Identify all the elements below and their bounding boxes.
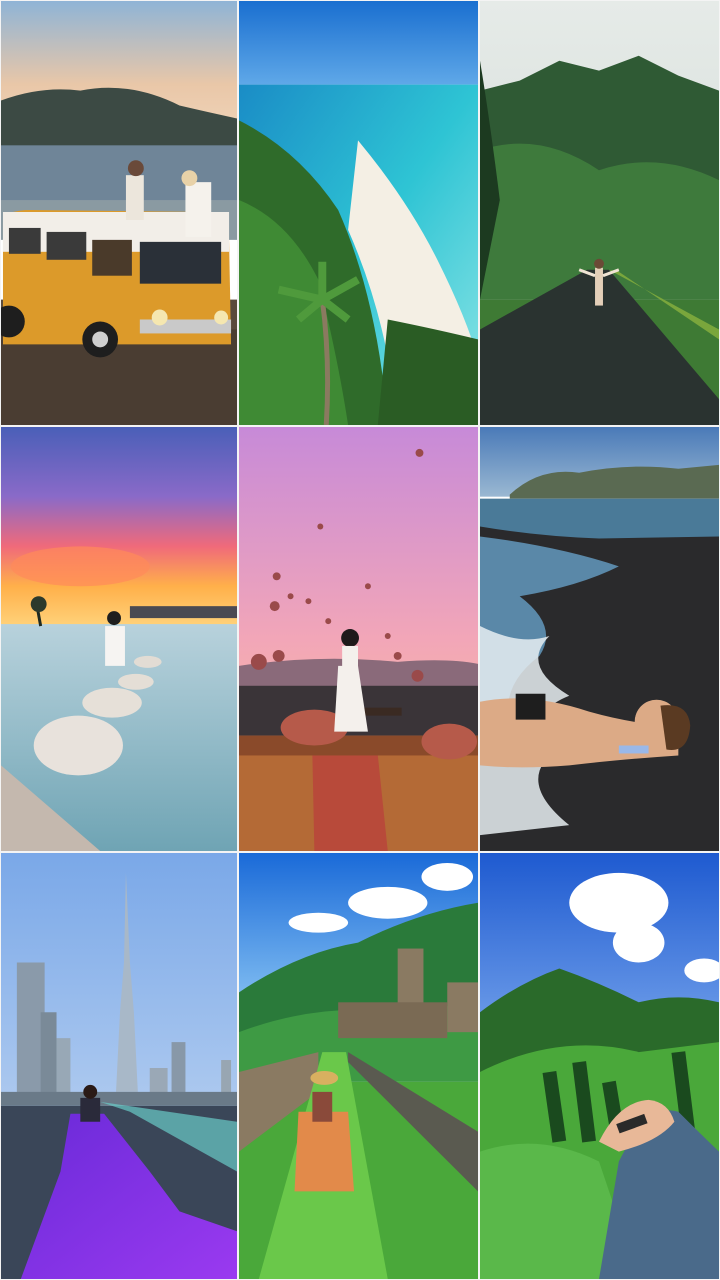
photo-collage (0, 0, 720, 1280)
camper-van-image (1, 1, 237, 425)
hot-air-balloons-image (239, 427, 478, 851)
green-valley-image (480, 853, 719, 1279)
castle-garden-image (239, 853, 478, 1279)
black-sand-beach-image (480, 427, 719, 851)
tropical-beach-image (239, 1, 478, 425)
photo-tile-castle-garden[interactable] (238, 852, 479, 1280)
photo-tile-black-sand-beach[interactable] (479, 426, 720, 852)
city-purple-dress-image (1, 853, 237, 1279)
pool-sunset-image (1, 427, 237, 851)
photo-tile-pool-sunset[interactable] (0, 426, 238, 852)
photo-tile-green-valley[interactable] (479, 852, 720, 1280)
photo-tile-mountain-road[interactable] (479, 0, 720, 426)
photo-tile-hot-air-balloons[interactable] (238, 426, 479, 852)
photo-tile-camper-van[interactable] (0, 0, 238, 426)
photo-tile-tropical-beach[interactable] (238, 0, 479, 426)
mountain-road-image (480, 1, 719, 425)
photo-tile-city-purple-dress[interactable] (0, 852, 238, 1280)
